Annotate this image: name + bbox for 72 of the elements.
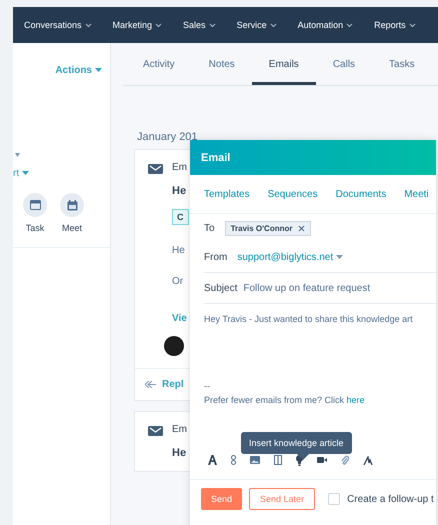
- nav-menu-item[interactable]: Service: [236, 20, 277, 30]
- chevron-down-icon: [346, 22, 354, 28]
- activity-label: Task: [26, 223, 44, 233]
- from-label: From: [204, 252, 228, 263]
- tab[interactable]: Activity: [123, 44, 192, 85]
- signature-separator: --: [204, 381, 211, 391]
- chevron-down-icon: [155, 22, 162, 28]
- nav-menu-item[interactable]: Marketing: [112, 20, 162, 30]
- recipient-chip[interactable]: Travis O'Connor: [224, 221, 312, 236]
- view-link[interactable]: Vie: [172, 313, 187, 324]
- image-icon[interactable]: [250, 456, 260, 464]
- email-subject: He: [172, 447, 186, 459]
- tab[interactable]: Tasks: [372, 44, 432, 85]
- nav-menu-item[interactable]: Conversations: [24, 20, 92, 30]
- email-text: Or: [172, 276, 184, 287]
- message-body-field[interactable]: Hey Travis - Just wanted to share this knowledge art -- Prefer fewer emails from me? Click here: [190, 304, 436, 421]
- toolbar-link[interactable]: Sequences: [268, 188, 318, 200]
- dropdown-link[interactable]: rt: [13, 168, 30, 179]
- actions-dropdown[interactable]: Actions: [55, 65, 102, 76]
- month-heading: January 201: [137, 131, 199, 143]
- subject-field[interactable]: Follow up on feature request: [243, 282, 370, 294]
- caret-icon: [22, 171, 30, 176]
- tag-chip: C: [172, 209, 188, 225]
- message-text: Hey Travis - Just wanted to share this knowledge art: [204, 314, 414, 324]
- lightbulb-icon[interactable]: [296, 454, 303, 466]
- checkbox-label: Create a follow-up t: [347, 494, 434, 504]
- caret-icon: [95, 68, 102, 73]
- send-later-button[interactable]: Send Later: [249, 488, 316, 510]
- nav-menu-item[interactable]: Reports: [374, 20, 416, 30]
- document-icon[interactable]: [274, 455, 282, 465]
- reply-icon: [145, 381, 156, 388]
- close-icon[interactable]: [298, 225, 306, 232]
- subject-label: Subject: [204, 282, 238, 294]
- calendar-icon: [66, 200, 78, 210]
- unsubscribe-text: Prefer fewer emails from me? Click here: [204, 395, 366, 405]
- to-label: To: [204, 223, 215, 234]
- chevron-down-icon: [84, 22, 92, 28]
- avatar-icon: [164, 336, 184, 356]
- activity-label: Meet: [62, 223, 82, 233]
- nav-menu-item[interactable]: Sales: [183, 20, 216, 30]
- caret-icon: [15, 153, 20, 157]
- checkbox[interactable]: [328, 493, 340, 505]
- video-icon[interactable]: [317, 457, 327, 463]
- text-format-icon[interactable]: [208, 455, 217, 465]
- toolbar-link[interactable]: Meeti: [404, 188, 429, 200]
- email-text: He: [172, 245, 185, 256]
- dialog-title: Email: [201, 152, 230, 164]
- paperclip-icon[interactable]: [341, 455, 349, 465]
- toolbar-link[interactable]: Documents: [336, 188, 386, 200]
- window-icon: [30, 200, 40, 210]
- tab[interactable]: Notes: [192, 44, 252, 85]
- envelope-icon: [148, 426, 163, 436]
- send-button[interactable]: Send: [201, 488, 242, 510]
- chevron-down-icon: [408, 22, 416, 28]
- envelope-icon: [148, 164, 163, 174]
- sender-dropdown[interactable]: support@biglytics.net: [237, 252, 344, 263]
- tooltip-arrow-icon: [297, 454, 309, 460]
- chevron-down-icon: [208, 22, 216, 28]
- caret-icon: [336, 255, 344, 260]
- unsubscribe-link[interactable]: here: [346, 395, 365, 405]
- signature-icon[interactable]: [363, 456, 373, 464]
- meeting-button[interactable]: [60, 193, 84, 217]
- toolbar-link[interactable]: Templates: [204, 188, 250, 200]
- email-title: Em: [172, 424, 187, 435]
- task-button[interactable]: [23, 193, 47, 217]
- nav-menu-item[interactable]: Automation: [298, 20, 354, 30]
- tab[interactable]: Emails: [252, 44, 316, 85]
- email-subject: He: [172, 185, 186, 197]
- tab[interactable]: Calls: [316, 44, 372, 85]
- chevron-down-icon: [270, 22, 277, 28]
- reply-link[interactable]: Repl: [162, 379, 184, 390]
- email-title: Em: [172, 162, 187, 173]
